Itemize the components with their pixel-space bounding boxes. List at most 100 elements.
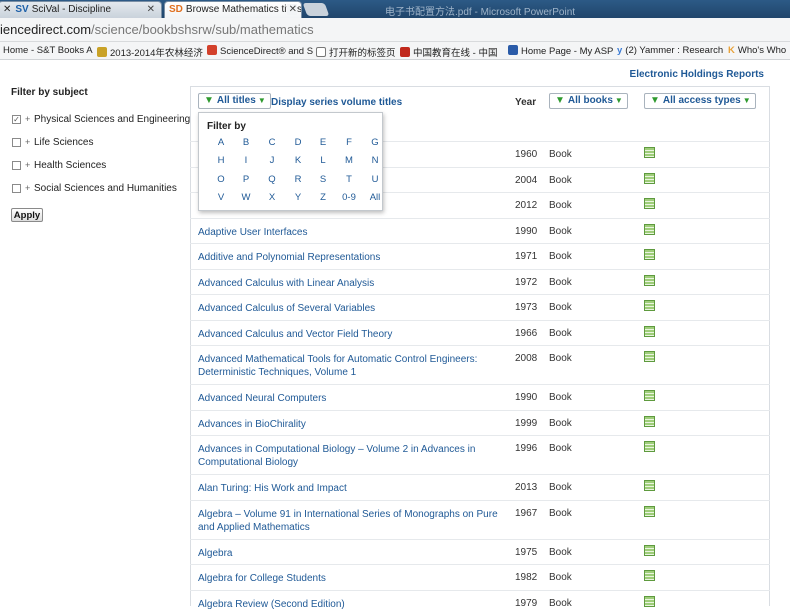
url-path: /science/bookbshsrw/sub/mathematics <box>91 22 314 37</box>
book-title-link[interactable]: Algebra <box>198 547 513 560</box>
all-access-types-filter-button[interactable]: ▼All access types▼ <box>644 93 756 109</box>
book-title-link[interactable]: Advanced Neural Computers <box>198 392 513 405</box>
letter-filter-v[interactable]: V <box>208 192 234 203</box>
full-text-access-icon[interactable] <box>644 300 655 311</box>
full-text-access-icon[interactable] <box>644 480 655 491</box>
letter-filter-y[interactable]: Y <box>285 192 311 203</box>
full-text-access-icon[interactable] <box>644 441 655 452</box>
bookmark-item[interactable]: 中国教育在线 - 中国 <box>400 45 497 59</box>
book-title-link[interactable]: Advanced Calculus of Several Variables <box>198 302 513 315</box>
full-text-access-icon[interactable] <box>644 390 655 401</box>
book-title-link[interactable]: Algebra – Volume 91 in International Ser… <box>198 508 513 534</box>
bookmark-item[interactable]: Home Page - My ASP <box>508 45 613 57</box>
bookmark-item[interactable]: y(2) Yammer : Research <box>617 45 723 56</box>
results-table: 1960Book2004Book2012BookAdaptive User In… <box>190 141 770 615</box>
bookmark-item[interactable]: 2013-2014年农林经济 <box>97 45 203 59</box>
apply-button[interactable]: Apply <box>11 208 43 222</box>
letter-filter-t[interactable]: T <box>336 174 362 185</box>
address-bar[interactable]: iencedirect.com/science/bookbshsrw/sub/m… <box>0 18 790 42</box>
expand-icon[interactable]: + <box>25 114 30 124</box>
letter-filter-d[interactable]: D <box>285 137 311 148</box>
book-title-link[interactable]: Algebra for College Students <box>198 572 513 585</box>
subject-health-sciences[interactable]: + Health Sciences <box>11 160 191 183</box>
letter-filter-q[interactable]: Q <box>259 174 285 185</box>
letter-filter-b[interactable]: B <box>233 137 259 148</box>
url-domain: iencedirect.com <box>0 22 91 37</box>
full-text-access-icon[interactable] <box>644 249 655 260</box>
checkbox[interactable] <box>12 184 21 193</box>
book-title-link[interactable]: Advanced Calculus and Vector Field Theor… <box>198 328 513 341</box>
display-series-volume-titles-link[interactable]: Display series volume titles <box>271 97 402 108</box>
subject-life-sciences[interactable]: + Life Sciences <box>11 137 191 160</box>
checkbox[interactable]: ✓ <box>12 115 21 124</box>
tab-browse-mathematics[interactable]: SDBrowse Mathematics titles ✕ <box>164 1 302 18</box>
full-text-access-icon[interactable] <box>644 351 655 362</box>
full-text-access-icon[interactable] <box>644 173 655 184</box>
close-icon[interactable]: ✕ <box>3 4 11 15</box>
letter-filter-s[interactable]: S <box>310 174 336 185</box>
full-text-access-icon[interactable] <box>644 198 655 209</box>
all-titles-filter-button[interactable]: ▼All titles▼ <box>198 93 271 109</box>
tab-scival[interactable]: ✕SVSciVal - Discipline✕ <box>0 1 162 18</box>
bookmark-item[interactable]: ScienceDirect® and S <box>207 45 313 57</box>
book-title-link[interactable]: Algebra Review (Second Edition) <box>198 598 513 611</box>
letter-filter-h[interactable]: H <box>208 155 234 166</box>
letter-filter-k[interactable]: K <box>285 155 311 166</box>
year-cell: 1999 <box>515 418 537 429</box>
url-text[interactable]: iencedirect.com/science/bookbshsrw/sub/m… <box>0 22 314 37</box>
letter-filter-x[interactable]: X <box>259 192 285 203</box>
expand-icon[interactable]: + <box>25 183 30 193</box>
bookmark-item[interactable]: Home - S&T Books A <box>3 45 93 56</box>
letter-filter-w[interactable]: W <box>233 192 259 203</box>
letter-filter-p[interactable]: P <box>233 174 259 185</box>
letter-filter-o[interactable]: O <box>208 174 234 185</box>
full-text-access-icon[interactable] <box>644 224 655 235</box>
book-title-link[interactable]: Adaptive User Interfaces <box>198 226 513 239</box>
full-text-access-icon[interactable] <box>644 147 655 158</box>
checkbox[interactable] <box>12 138 21 147</box>
all-books-filter-button[interactable]: ▼All books▼ <box>549 93 628 109</box>
letter-filter-r[interactable]: R <box>285 174 311 185</box>
table-row: Advanced Calculus with Linear Analysis19… <box>190 269 770 295</box>
letter-filter-e[interactable]: E <box>310 137 336 148</box>
book-title-link[interactable]: Advances in Computational Biology – Volu… <box>198 443 513 469</box>
full-text-access-icon[interactable] <box>644 570 655 581</box>
book-title-link[interactable]: Additive and Polynomial Representations <box>198 251 513 264</box>
full-text-access-icon[interactable] <box>644 416 655 427</box>
checkbox[interactable] <box>12 161 21 170</box>
letter-filter-l[interactable]: L <box>310 155 336 166</box>
full-text-access-icon[interactable] <box>644 275 655 286</box>
bookmark-item[interactable]: KWho's Who <box>728 45 786 56</box>
subject-social-sciences[interactable]: + Social Sciences and Humanities <box>11 183 191 206</box>
new-tab-button[interactable] <box>303 3 330 16</box>
letter-filter-a[interactable]: A <box>208 137 234 148</box>
letter-filter-i[interactable]: I <box>233 155 259 166</box>
full-text-access-icon[interactable] <box>644 596 655 607</box>
bookmark-icon: K <box>728 45 735 56</box>
letter-filter-c[interactable]: C <box>259 137 285 148</box>
expand-icon[interactable]: + <box>25 160 30 170</box>
close-icon[interactable]: ✕ <box>147 4 155 15</box>
book-title-link[interactable]: Advanced Mathematical Tools for Automati… <box>198 353 513 379</box>
electronic-holdings-reports-link[interactable]: Electronic Holdings Reports <box>630 69 764 80</box>
close-icon[interactable]: ✕ <box>287 4 297 15</box>
letter-filter-n[interactable]: N <box>362 155 388 166</box>
full-text-access-icon[interactable] <box>644 545 655 556</box>
bookmark-item[interactable]: 打开新的标签页 <box>316 45 396 59</box>
book-title-link[interactable]: Alan Turing: His Work and Impact <box>198 482 513 495</box>
letter-filter-j[interactable]: J <box>259 155 285 166</box>
full-text-access-icon[interactable] <box>644 326 655 337</box>
letter-filter-m[interactable]: M <box>336 155 362 166</box>
subject-physical-sciences[interactable]: ✓+ Physical Sciences and Engineering <box>11 114 191 137</box>
letter-filter-all[interactable]: All <box>362 192 388 203</box>
book-title-link[interactable]: Advances in BioChirality <box>198 418 513 431</box>
letter-filter-u[interactable]: U <box>362 174 388 185</box>
letter-filter-g[interactable]: G <box>362 137 388 148</box>
table-row: Algebra1975Book <box>190 539 770 565</box>
letter-filter-f[interactable]: F <box>336 137 362 148</box>
letter-filter-z[interactable]: Z <box>310 192 336 203</box>
book-title-link[interactable]: Advanced Calculus with Linear Analysis <box>198 277 513 290</box>
letter-filter-digits[interactable]: 0-9 <box>336 192 362 203</box>
full-text-access-icon[interactable] <box>644 506 655 517</box>
expand-icon[interactable]: + <box>25 137 30 147</box>
